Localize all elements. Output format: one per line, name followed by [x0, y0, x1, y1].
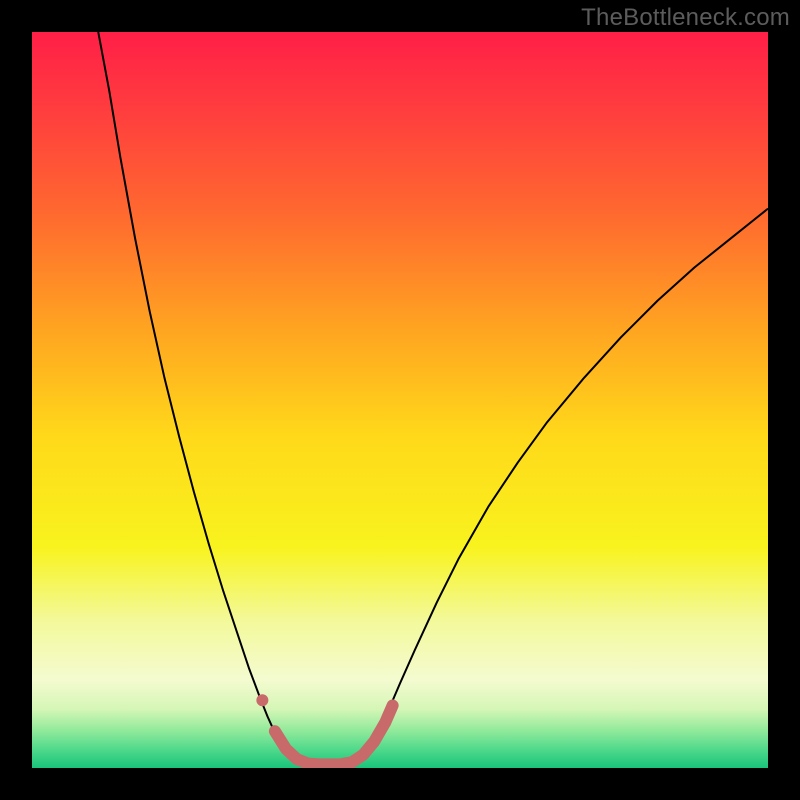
watermark-text: TheBottleneck.com: [581, 4, 790, 32]
chart-frame: TheBottleneck.com: [0, 0, 800, 800]
background-gradient: [32, 32, 768, 768]
chart-svg: [32, 32, 768, 768]
plot-area: [32, 32, 768, 768]
highlight-dot: [256, 694, 268, 706]
